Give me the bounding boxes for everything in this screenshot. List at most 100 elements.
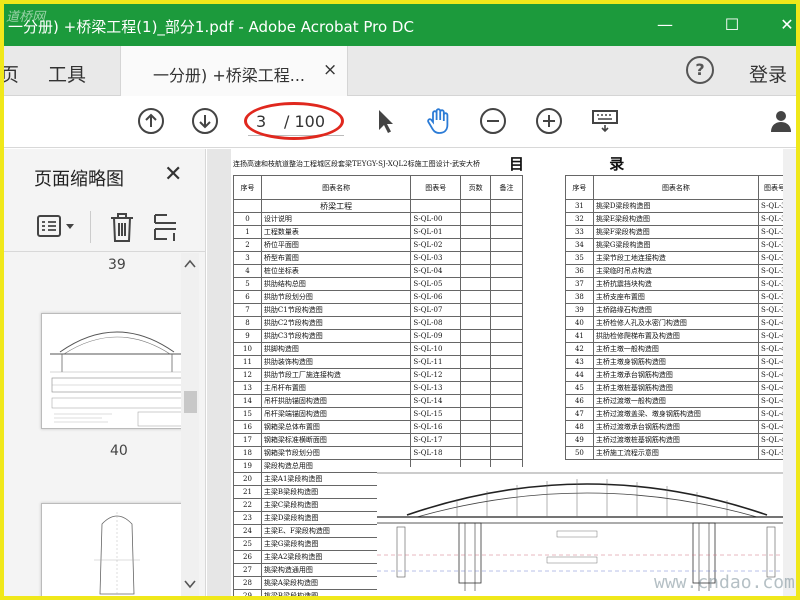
table-cell: S-QL-18 <box>410 446 462 460</box>
table-cell: 桩位坐标表 <box>260 264 412 278</box>
table-cell: 主梁临时吊点构造 <box>592 264 760 278</box>
help-icon[interactable]: ? <box>686 56 714 84</box>
table-row: 48 主桥过渡墩承台钢筋构造图 S-QL-4 <box>565 420 791 434</box>
thumbnail-bridge-drawing <box>50 331 187 427</box>
table-cell: 50 <box>565 446 594 460</box>
table-cell: 钢箱梁节段划分图 <box>260 446 412 460</box>
thumbnail-scrollbar[interactable] <box>181 253 199 596</box>
table-cell <box>460 238 492 252</box>
hand-tool-icon[interactable] <box>424 106 454 136</box>
table-cell: 26 <box>233 550 262 564</box>
table-row: 36 主梁临时吊点构造 S-QL-3 <box>565 264 791 278</box>
tab-bar: 页 工具 一分册) +桥梁工程... × ? 登录 <box>4 46 796 96</box>
close-window-button[interactable]: ✕ <box>774 12 796 38</box>
acrobat-window: 道桥网 一分册) +桥梁工程(1)_部分1.pdf - Adobe Acroba… <box>4 4 796 596</box>
thumbnail-page-41[interactable] <box>41 503 191 596</box>
tab-home[interactable]: 页 <box>4 60 19 87</box>
table-row: 49 主桥过渡墩桩基钢筋构造图 S-QL-4 <box>565 433 791 447</box>
table-cell <box>460 407 492 421</box>
table-cell: 主桥抗震挡块构造 <box>592 277 760 291</box>
table-cell: 36 <box>565 264 594 278</box>
table-cell: 27 <box>233 563 262 577</box>
toc-header-row: 序号 图表名称 图表号 <box>565 175 791 200</box>
table-cell: 44 <box>565 368 594 382</box>
table-cell: 31 <box>565 199 594 213</box>
minimize-button[interactable]: — <box>652 12 678 38</box>
document-view[interactable]: 连扬高速和枝航道整治工程城区段套梁TEYGY-SJ-XQL2标施工图设计-武安大… <box>207 149 796 596</box>
table-row: 6 拱肋节段划分图 S-QL-06 <box>233 290 523 304</box>
scroll-down-icon[interactable] <box>184 579 196 589</box>
tab-close-icon[interactable]: × <box>323 60 337 80</box>
table-cell: 40 <box>565 316 594 330</box>
document-scrollbar[interactable] <box>783 149 796 596</box>
trash-icon[interactable] <box>108 211 136 243</box>
panel-toolbar-divider <box>90 211 91 243</box>
col-header: 图表号 <box>410 175 462 200</box>
table-cell: S-QL-17 <box>410 433 462 447</box>
table-cell: 拱肋C1节段构造图 <box>260 303 412 317</box>
table-cell <box>460 433 492 447</box>
table-cell <box>460 394 492 408</box>
next-page-icon[interactable] <box>190 106 220 136</box>
table-cell <box>460 264 492 278</box>
table-row: 50 主桥施工流程示意图 S-QL-5 <box>565 446 791 460</box>
table-cell: 11 <box>233 355 262 369</box>
extract-pages-icon[interactable] <box>152 211 182 243</box>
scroll-up-icon[interactable] <box>184 259 196 269</box>
table-row: 39 主桥路缘石构造图 S-QL-3 <box>565 303 791 317</box>
table-cell <box>490 212 523 226</box>
table-cell: 挑梁D梁段构造图 <box>592 199 760 213</box>
table-cell: 钢箱梁标准横断面图 <box>260 433 412 447</box>
table-cell <box>490 394 523 408</box>
panel-close-icon[interactable]: ✕ <box>164 162 182 187</box>
zoom-in-icon[interactable] <box>534 106 564 136</box>
table-row: 11 拱肋装饰构造图 S-QL-11 <box>233 355 523 369</box>
site-watermark-bottom: www.cndao.com <box>654 572 795 593</box>
zoom-out-icon[interactable] <box>478 106 508 136</box>
window-title: 一分册) +桥梁工程(1)_部分1.pdf - Adobe Acrobat Pr… <box>8 18 414 36</box>
table-cell: S-QL-01 <box>410 225 462 239</box>
table-cell <box>490 433 523 447</box>
tab-tools[interactable]: 工具 <box>48 60 86 87</box>
table-cell <box>490 264 523 278</box>
table-cell: 9 <box>233 329 262 343</box>
login-button[interactable]: 登录 <box>749 60 787 87</box>
table-cell <box>490 368 523 382</box>
thumbnail-pier-drawing <box>94 512 140 596</box>
table-cell: 主桥主墩桩基钢筋构造图 <box>592 381 760 395</box>
maximize-button[interactable]: ☐ <box>719 12 745 38</box>
table-cell: 45 <box>565 381 594 395</box>
tab-document[interactable]: 一分册) +桥梁工程... × <box>120 46 348 96</box>
table-cell <box>490 225 523 239</box>
table-row: 33 挑梁F梁段构造图 S-QL-3 <box>565 225 791 239</box>
table-cell <box>460 342 492 356</box>
table-cell: 2 <box>233 238 262 252</box>
table-cell: 35 <box>565 251 594 265</box>
table-cell <box>490 277 523 291</box>
table-cell: 15 <box>233 407 262 421</box>
prev-page-icon[interactable] <box>136 106 166 136</box>
table-row: 40 主桥检修人孔及水密门构造图 S-QL-4 <box>565 316 791 330</box>
table-cell: 主桥支座布置图 <box>592 290 760 304</box>
table-cell <box>460 212 492 226</box>
table-cell: 拱肋检修爬梯布置及构造图 <box>592 329 760 343</box>
table-cell: 47 <box>565 407 594 421</box>
table-cell: S-QL-00 <box>410 212 462 226</box>
share-user-icon[interactable] <box>768 106 796 136</box>
thumbnail-options-icon[interactable] <box>36 213 78 241</box>
table-cell: 17 <box>233 433 262 447</box>
select-cursor-icon[interactable] <box>370 106 400 136</box>
panel-divider <box>4 251 206 252</box>
keyboard-icon[interactable] <box>590 106 620 136</box>
table-cell: S-QL-12 <box>410 368 462 382</box>
thumbnail-page-40[interactable] <box>41 313 191 429</box>
scrollbar-thumb[interactable] <box>184 391 197 413</box>
table-cell <box>460 225 492 239</box>
table-cell: 21 <box>233 485 262 499</box>
table-cell: S-QL-11 <box>410 355 462 369</box>
table-cell: 14 <box>233 394 262 408</box>
table-cell: 5 <box>233 277 262 291</box>
tab-document-label: 一分册) +桥梁工程... <box>153 66 305 85</box>
table-cell: 7 <box>233 303 262 317</box>
col-header: 序号 <box>565 175 594 200</box>
